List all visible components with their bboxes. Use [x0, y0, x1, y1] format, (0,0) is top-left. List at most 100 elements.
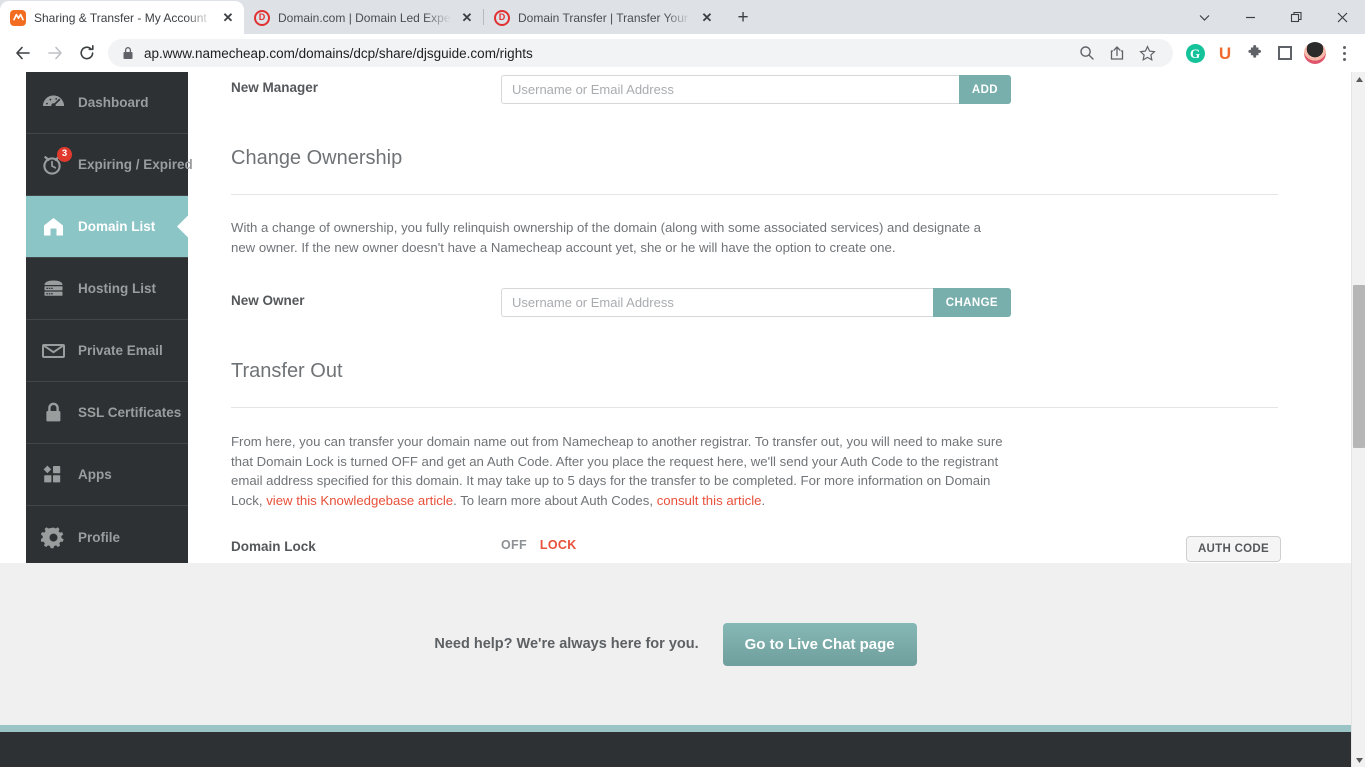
alarm-clock-icon: 3: [40, 152, 66, 178]
tab-strip: Sharing & Transfer - My Account ✕ D Doma…: [0, 0, 1365, 34]
transfer-out-description: From here, you can transfer your domain …: [231, 432, 1006, 510]
browser-tab-title: Domain Transfer | Transfer Your D: [518, 11, 691, 25]
add-manager-button[interactable]: ADD: [959, 75, 1011, 104]
new-owner-field-group: CHANGE: [501, 288, 1011, 317]
grammarly-extension-icon[interactable]: G: [1181, 39, 1209, 67]
browser-tab-1[interactable]: Sharing & Transfer - My Account ✕: [0, 1, 244, 34]
new-owner-input[interactable]: [501, 288, 933, 317]
bookmark-star-icon[interactable]: [1133, 39, 1161, 67]
sidebar-item-private-email[interactable]: Private Email: [26, 320, 188, 382]
section-title: Change Ownership: [231, 147, 1281, 170]
transfer-out-section: Transfer Out From here, you can transfer…: [231, 360, 1281, 576]
help-text: Need help? We're always here for you.: [434, 636, 698, 652]
server-icon: [40, 276, 66, 302]
live-chat-button[interactable]: Go to Live Chat page: [723, 623, 917, 666]
account-sidebar: Dashboard 3 Expiring / Expired Domain Li…: [26, 72, 188, 568]
domaincom-logo-icon: D: [254, 10, 270, 26]
house-icon: [40, 214, 66, 240]
namecheap-logo-icon: [10, 10, 26, 26]
share-icon[interactable]: [1103, 39, 1131, 67]
transfer-text-part3: .: [762, 493, 766, 508]
sidebar-item-ssl-certificates[interactable]: SSL Certificates: [26, 382, 188, 444]
new-owner-label: New Owner: [231, 288, 501, 308]
domain-lock-label: Domain Lock: [231, 534, 501, 554]
chevron-down-icon[interactable]: [1181, 0, 1227, 34]
browser-toolbar: ap.www.namecheap.com/domains/dcp/share/d…: [0, 34, 1365, 72]
avatar[interactable]: [1301, 39, 1329, 67]
dashboard-gauge-icon: [40, 90, 66, 116]
new-owner-row: New Owner CHANGE: [231, 288, 1281, 317]
change-ownership-description: With a change of ownership, you fully re…: [231, 218, 1006, 257]
active-item-notch: [177, 216, 188, 238]
sidebar-item-label: Profile: [78, 530, 120, 545]
browser-tab-title: Sharing & Transfer - My Account: [34, 11, 212, 25]
sidebar-item-label: Dashboard: [78, 95, 149, 110]
url-text: ap.www.namecheap.com/domains/dcp/share/d…: [144, 46, 1063, 61]
change-ownership-section: Change Ownership With a change of owners…: [231, 147, 1281, 317]
u-extension-icon[interactable]: U: [1211, 39, 1239, 67]
sidebar-badge-count: 3: [57, 147, 72, 162]
browser-window: Sharing & Transfer - My Account ✕ D Doma…: [0, 0, 1365, 767]
browser-tab-2[interactable]: D Domain.com | Domain Led Experi ✕: [244, 1, 483, 34]
footer-accent-rule: [0, 725, 1351, 732]
gear-icon: [40, 524, 66, 550]
scrollbar-thumb[interactable]: [1353, 285, 1365, 448]
change-owner-button[interactable]: CHANGE: [933, 288, 1011, 317]
padlock-icon: [40, 400, 66, 426]
lock-off-option[interactable]: OFF: [501, 538, 527, 552]
minimize-icon[interactable]: [1227, 0, 1273, 34]
sidebar-item-label: Private Email: [78, 343, 163, 358]
envelope-icon: [40, 338, 66, 364]
sidebar-item-label: Domain List: [78, 219, 155, 234]
sidebar-item-label: Apps: [78, 467, 112, 482]
address-bar[interactable]: ap.www.namecheap.com/domains/dcp/share/d…: [108, 39, 1173, 67]
page-scrollbar[interactable]: [1351, 72, 1365, 767]
sidebar-item-label: Hosting List: [78, 281, 156, 296]
close-icon[interactable]: [1319, 0, 1365, 34]
apps-grid-icon: [40, 462, 66, 488]
sidepanel-square-icon[interactable]: [1271, 39, 1299, 67]
browser-tab-3[interactable]: D Domain Transfer | Transfer Your D ✕: [484, 1, 723, 34]
new-manager-field-group: ADD: [501, 75, 1011, 104]
site-footer: [0, 732, 1351, 767]
new-manager-row: New Manager ADD: [231, 75, 1281, 104]
main-content: New Manager ADD Change Ownership With a …: [231, 72, 1281, 576]
padlock-icon[interactable]: [122, 46, 134, 60]
close-icon[interactable]: ✕: [220, 10, 236, 26]
sidebar-item-dashboard[interactable]: Dashboard: [26, 72, 188, 134]
window-controls: [1181, 0, 1365, 34]
section-divider: [231, 407, 1278, 408]
domaincom-logo-icon: D: [494, 10, 510, 26]
new-tab-button[interactable]: +: [729, 4, 757, 32]
sidebar-item-label: Expiring / Expired: [78, 157, 193, 172]
close-icon[interactable]: ✕: [459, 10, 475, 26]
sidebar-item-label: SSL Certificates: [78, 405, 181, 420]
search-icon[interactable]: [1073, 39, 1101, 67]
sidebar-item-expiring-expired[interactable]: 3 Expiring / Expired: [26, 134, 188, 196]
extensions-puzzle-icon[interactable]: [1241, 39, 1269, 67]
section-divider: [231, 194, 1278, 195]
restore-icon[interactable]: [1273, 0, 1319, 34]
transfer-text-part2: . To learn more about Auth Codes,: [453, 493, 657, 508]
new-manager-label: New Manager: [231, 75, 501, 95]
auth-code-button[interactable]: AUTH CODE: [1186, 536, 1281, 562]
auth-codes-article-link[interactable]: consult this article: [657, 493, 762, 508]
forward-arrow-icon[interactable]: [40, 38, 70, 68]
page-viewport: Dashboard 3 Expiring / Expired Domain Li…: [0, 72, 1365, 767]
back-arrow-icon[interactable]: [8, 38, 38, 68]
scroll-up-arrow-icon[interactable]: [1352, 72, 1365, 86]
omnibox-actions: [1073, 39, 1161, 67]
sidebar-item-hosting-list[interactable]: Hosting List: [26, 258, 188, 320]
section-title: Transfer Out: [231, 360, 1281, 383]
domain-lock-state: OFF LOCK: [501, 534, 685, 552]
scroll-down-arrow-icon[interactable]: [1352, 753, 1365, 767]
lock-on-option[interactable]: LOCK: [540, 538, 577, 552]
close-icon[interactable]: ✕: [699, 10, 715, 26]
chrome-menu-kebab-icon[interactable]: [1331, 38, 1357, 68]
reload-icon[interactable]: [72, 38, 102, 68]
sidebar-item-profile[interactable]: Profile: [26, 506, 188, 568]
knowledgebase-article-link[interactable]: view this Knowledgebase article: [266, 493, 453, 508]
new-manager-input[interactable]: [501, 75, 959, 104]
sidebar-item-apps[interactable]: Apps: [26, 444, 188, 506]
sidebar-item-domain-list[interactable]: Domain List: [26, 196, 188, 258]
